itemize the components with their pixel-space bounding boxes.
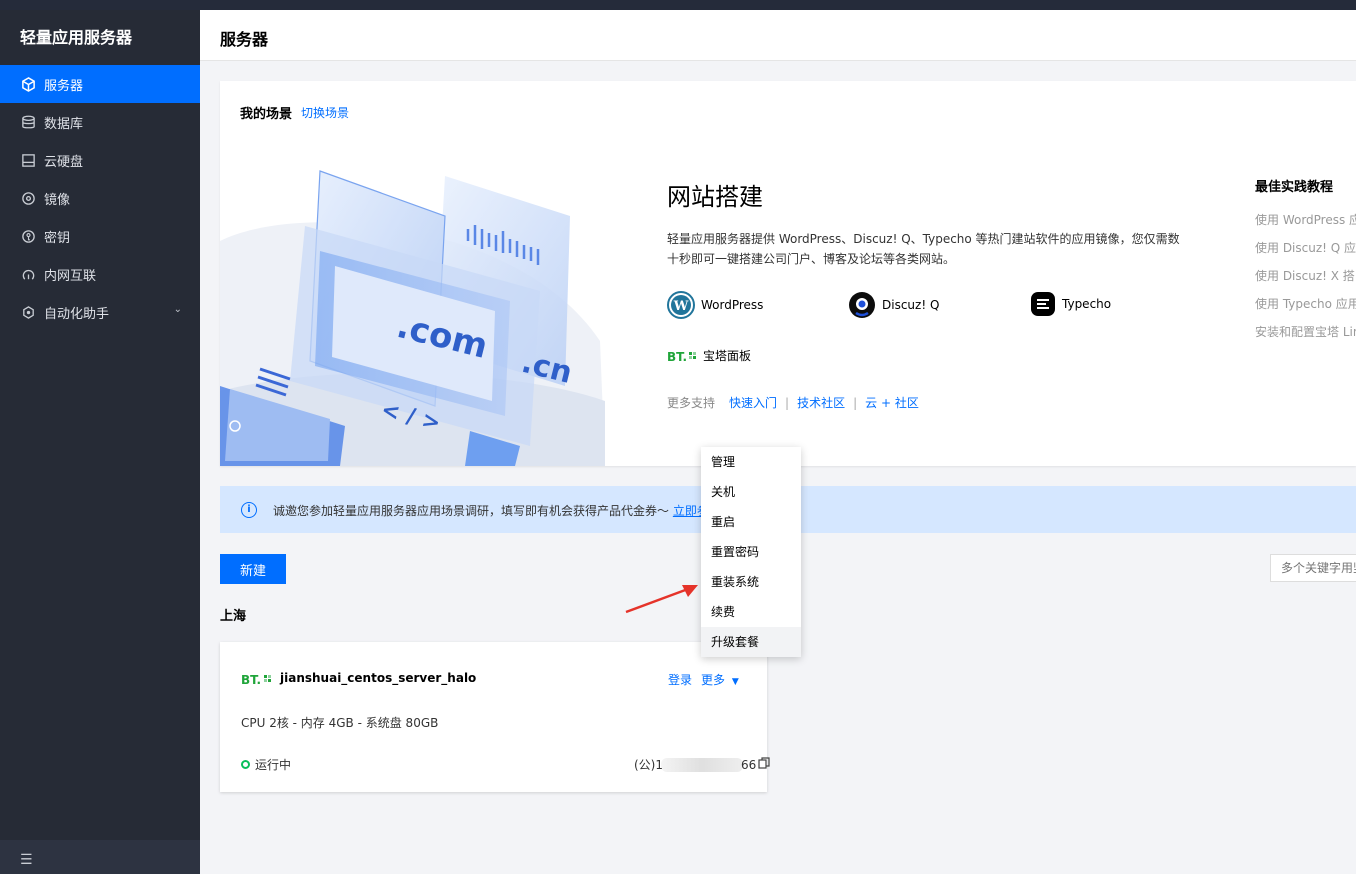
public-ip: (公)1 66 [634, 756, 770, 773]
app-label: WordPress [701, 298, 764, 312]
link-divider: | [853, 395, 858, 410]
app-typecho[interactable]: Typecho [1030, 291, 1111, 317]
switch-scene-link[interactable]: 切换场景 [301, 104, 349, 121]
app-label: 宝塔面板 [703, 349, 752, 363]
sidebar-item-label: 云硬盘 [44, 154, 84, 170]
sidebar-item-automation[interactable]: 自动化助手 ⌄ [0, 293, 200, 331]
sidebar-item-database[interactable]: 数据库 [0, 103, 200, 141]
wordpress-icon: W [667, 291, 695, 319]
cube-icon [20, 76, 36, 92]
annotation-arrow-icon [625, 585, 698, 614]
svg-text:BT.: BT. [667, 350, 687, 363]
best-practice-item[interactable]: 使用 Discuz! Q 应用 [1255, 239, 1356, 267]
status-badge: 运行中 [241, 756, 291, 773]
scene-title: 我的场景 [240, 107, 293, 122]
page-title: 服务器 [220, 30, 269, 49]
sidebar-item-label: 密钥 [44, 230, 71, 246]
best-practice-title: 最佳实践教程 [1255, 180, 1334, 195]
search-input[interactable] [1270, 554, 1356, 582]
menu-item-renew[interactable]: 续费 [701, 597, 801, 627]
status-text: 运行中 [255, 758, 292, 772]
scene-heading: 网站搭建 [667, 183, 763, 211]
ip-redacted [661, 757, 743, 772]
discuz-icon [848, 291, 876, 319]
scene-illustration: .com .cn < / > [220, 161, 610, 466]
sidebar-collapse-button[interactable]: ☰ [0, 840, 200, 874]
menu-item-restart[interactable]: 重启 [701, 507, 801, 537]
app-label: Discuz! Q [882, 298, 940, 312]
info-icon: i [241, 502, 257, 518]
sidebar-item-network[interactable]: 内网互联 [0, 255, 200, 293]
robot-icon [20, 304, 36, 320]
best-practice-list: 使用 WordPress 应 使用 Discuz! Q 应用 使用 Discuz… [1255, 211, 1356, 351]
sidebar-item-label: 数据库 [44, 116, 84, 132]
notice-message: 诚邀您参加轻量应用服务器应用场景调研，填写即有机会获得产品代金券～ [273, 504, 670, 518]
sidebar-item-image[interactable]: 镜像 [0, 179, 200, 217]
caret-down-icon: ▼ [731, 677, 739, 687]
best-practice-item[interactable]: 使用 Typecho 应用 [1255, 295, 1356, 323]
more-support-label: 更多支持 [667, 396, 716, 410]
running-status-icon [241, 760, 250, 769]
quick-start-link[interactable]: 快速入门 [729, 394, 777, 411]
instance-spec: CPU 2核 - 内存 4GB - 系统盘 80GB [241, 716, 439, 730]
typecho-icon [1030, 291, 1056, 317]
instance-name[interactable]: jianshuai_centos_server_halo [280, 671, 476, 685]
svg-text:W: W [673, 299, 689, 314]
app-title: 轻量应用服务器 [20, 28, 133, 47]
sidebar: 轻量应用服务器 服务器 数据库 云硬盘 镜像 密钥 内网互联 自动化助手 ⌄ ☰ [0, 10, 200, 874]
app-bt-panel[interactable]: BT. 宝塔面板 [667, 347, 751, 364]
best-practice-item[interactable]: 使用 Discuz! X 搭 [1255, 267, 1356, 295]
link-divider: | [785, 395, 790, 410]
ip-suffix: 66 [741, 757, 757, 772]
sidebar-item-label: 自动化助手 [44, 306, 110, 322]
bt-panel-icon: BT. [667, 349, 697, 363]
cloud-community-link[interactable]: 云 + 社区 [865, 394, 919, 411]
more-dropdown-button[interactable]: 更多 ▼ [701, 671, 739, 688]
scene-description: 轻量应用服务器提供 WordPress、Discuz! Q、Typecho 等热… [667, 232, 1180, 266]
menu-item-upgrade-plan[interactable]: 升级套餐 [701, 627, 801, 657]
new-instance-button[interactable]: 新建 [220, 554, 286, 584]
more-label: 更多 [701, 673, 726, 687]
more-support-row: 更多支持 快速入门 | 技术社区 | 云 + 社区 [667, 394, 919, 411]
menu-item-reset-password[interactable]: 重置密码 [701, 537, 801, 567]
sidebar-item-label: 服务器 [44, 78, 84, 94]
network-icon [20, 266, 36, 282]
best-practice-item[interactable]: 使用 WordPress 应 [1255, 211, 1356, 239]
database-icon [20, 114, 36, 130]
app-discuz[interactable]: Discuz! Q [848, 291, 939, 319]
login-button[interactable]: 登录 [668, 671, 692, 688]
app-label: Typecho [1062, 297, 1112, 311]
best-practice-item[interactable]: 安装和配置宝塔 Lin [1255, 323, 1356, 351]
menu-item-reinstall-system[interactable]: 重装系统 [701, 567, 801, 597]
menu-item-manage[interactable]: 管理 [701, 447, 801, 477]
page-header: 服务器 [200, 10, 1356, 61]
notice-text: 诚邀您参加轻量应用服务器应用场景调研，填写即有机会获得产品代金券～ 立即参 [273, 502, 709, 519]
menu-collapse-icon: ☰ [20, 852, 33, 868]
region-label: 上海 [220, 609, 247, 624]
key-icon [20, 228, 36, 244]
sidebar-item-servers[interactable]: 服务器 [0, 65, 200, 103]
sidebar-item-label: 内网互联 [44, 268, 97, 284]
app-wordpress[interactable]: W WordPress [667, 291, 763, 319]
menu-item-shutdown[interactable]: 关机 [701, 477, 801, 507]
bt-panel-icon: BT. [241, 672, 273, 689]
instance-card: BT. jianshuai_centos_server_halo 登录 更多 ▼… [220, 642, 770, 792]
sidebar-item-disk[interactable]: 云硬盘 [0, 141, 200, 179]
image-icon [20, 190, 36, 206]
top-bar [0, 0, 1356, 10]
chevron-down-icon: ⌄ [173, 304, 182, 315]
scene-panel: 我的场景 切换场景 .com .cn < / > 网站搭建 轻量应用服务器提供 … [220, 81, 1356, 466]
ip-prefix: (公)1 [634, 758, 663, 772]
tech-community-link[interactable]: 技术社区 [797, 394, 845, 411]
more-dropdown-menu: 管理 关机 重启 重置密码 重装系统 续费 升级套餐 [701, 447, 801, 657]
bt-badge-text: BT. [241, 673, 261, 686]
disk-icon [20, 152, 36, 168]
sidebar-item-keys[interactable]: 密钥 [0, 217, 200, 255]
sidebar-item-label: 镜像 [44, 192, 71, 208]
copy-icon[interactable] [758, 757, 770, 772]
